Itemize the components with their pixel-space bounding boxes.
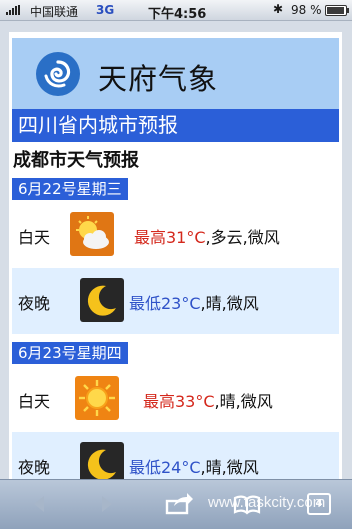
signal-strength-icon xyxy=(6,5,24,15)
browser-toolbar: www.taskcity.com 4 xyxy=(0,479,352,529)
province-forecast-link[interactable]: 四川省内城市预报 xyxy=(12,109,339,142)
day-weather-text: 最高33°C,晴,微风 xyxy=(143,388,273,412)
max-temp: 最高33°C xyxy=(143,392,215,411)
forecast-row-day: 白天 最高33°C,晴,微风 xyxy=(12,366,339,432)
night-weather-text: 最低23°C,晴,微风 xyxy=(129,290,259,314)
status-time: 下午4:56 xyxy=(148,7,207,22)
max-temp: 最高31°C xyxy=(134,228,206,247)
date-header: 6月23号星期四 xyxy=(12,342,128,364)
weather-logo-icon xyxy=(36,52,80,96)
app-header: 天府气象 xyxy=(12,38,339,110)
partly-cloudy-icon xyxy=(70,212,114,256)
network-type: 3G xyxy=(96,3,115,17)
weather-desc: ,晴,微风 xyxy=(200,294,259,313)
web-page[interactable]: 天府气象 四川省内城市预报 成都市天气预报 6月22号星期三 白天 最高31°C… xyxy=(9,32,342,480)
battery-icon xyxy=(325,5,349,16)
forward-arrow-icon[interactable] xyxy=(92,490,122,518)
period-label: 白天 xyxy=(18,228,51,247)
min-temp: 最低23°C xyxy=(129,294,201,313)
tabs-button[interactable]: 4 xyxy=(307,493,331,515)
period-label: 夜晚 xyxy=(18,294,51,313)
battery-percent: 98 % xyxy=(291,3,322,17)
forecast-row-night: 夜晚 最低24°C,晴,微风 xyxy=(12,432,339,480)
min-temp: 最低24°C xyxy=(129,458,201,477)
battery-level xyxy=(327,7,344,14)
app-title: 天府气象 xyxy=(98,62,219,96)
weather-desc: ,晴,微风 xyxy=(214,392,273,411)
share-icon[interactable] xyxy=(164,490,194,518)
sun-icon xyxy=(75,376,119,420)
day-weather-text: 最高31°C,多云,微风 xyxy=(134,224,280,248)
bluetooth-icon: ✱ xyxy=(273,2,284,16)
moon-icon xyxy=(80,442,124,480)
city-forecast-title: 成都市天气预报 xyxy=(13,150,139,171)
night-weather-text: 最低24°C,晴,微风 xyxy=(129,454,259,478)
weather-desc: ,晴,微风 xyxy=(200,458,259,477)
period-label: 白天 xyxy=(18,392,51,411)
moon-icon xyxy=(80,278,124,322)
forecast-row-night: 夜晚 最低23°C,晴,微风 xyxy=(12,268,339,334)
period-label: 夜晚 xyxy=(18,458,51,477)
status-bar: 中国联通 3G 下午4:56 ✱ 98 % xyxy=(0,0,352,22)
carrier-name: 中国联通 xyxy=(30,5,79,19)
weather-desc: ,多云,微风 xyxy=(205,228,280,247)
forecast-row-day: 白天 最高31°C,多云,微风 xyxy=(12,202,339,268)
date-header: 6月22号星期三 xyxy=(12,178,128,200)
back-arrow-icon[interactable] xyxy=(24,490,54,518)
